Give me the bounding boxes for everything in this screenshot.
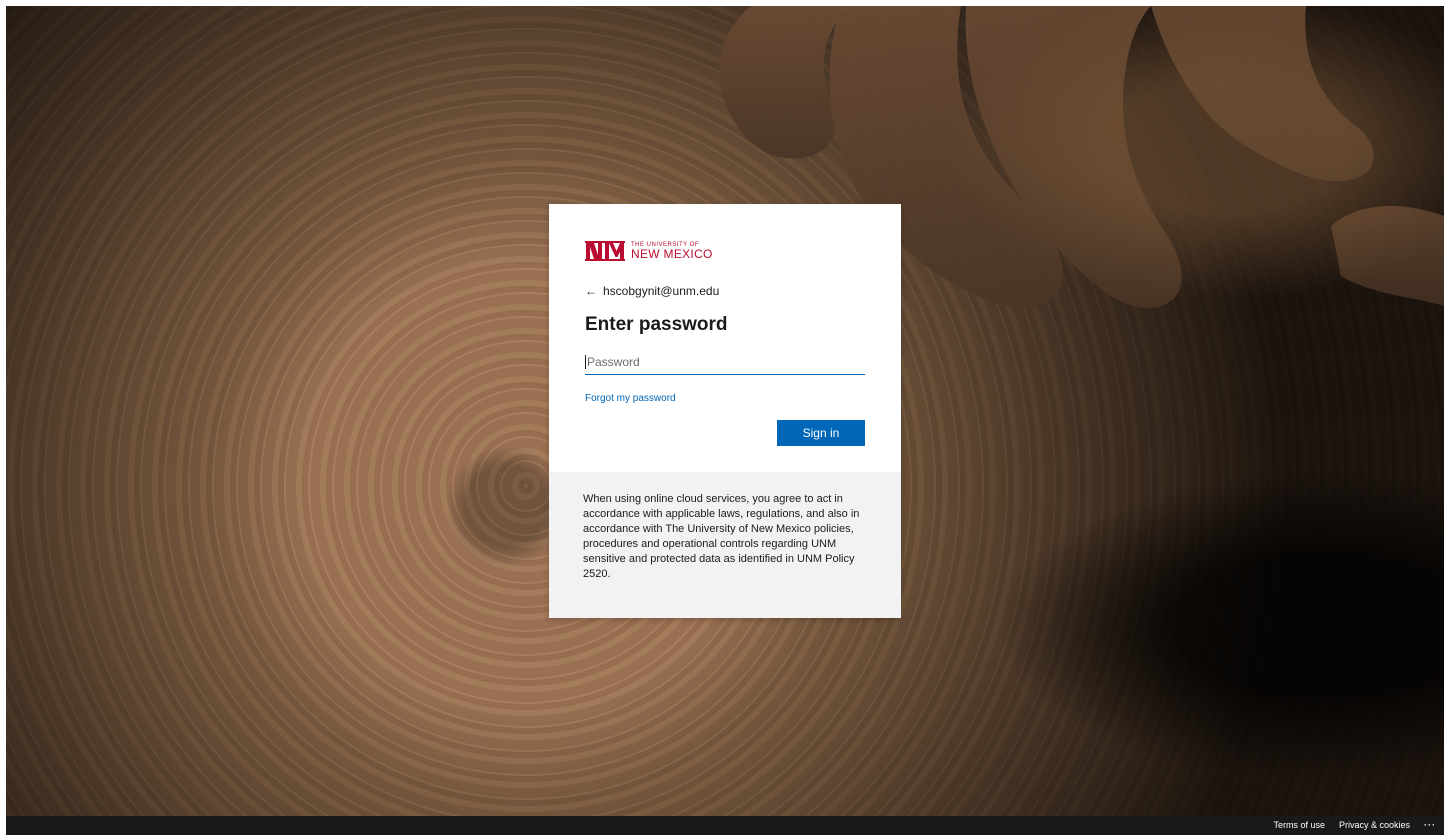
forgot-password-row: Forgot my password (585, 393, 865, 404)
unm-wordmark-big: NEW MEXICO (631, 247, 713, 261)
unm-logo: THE UNIVERSITY OF NEW MEXICO (585, 238, 865, 264)
policy-notice-text: When using online cloud services, you ag… (583, 493, 860, 580)
footer-links: Terms of use Privacy & cookies ··· (1273, 820, 1436, 830)
policy-notice: When using online cloud services, you ag… (549, 472, 901, 618)
unm-wordmark: THE UNIVERSITY OF NEW MEXICO (631, 242, 713, 260)
actions-row: Sign in (585, 420, 865, 446)
arrow-left-icon[interactable]: ← (585, 284, 597, 298)
forgot-password-link[interactable]: Forgot my password (585, 393, 676, 404)
text-caret (585, 355, 586, 369)
sign-in-button[interactable]: Sign in (777, 420, 865, 446)
sign-in-form: THE UNIVERSITY OF NEW MEXICO ← hscobgyni… (549, 204, 901, 446)
identity-email: hscobgynit@unm.edu (603, 284, 720, 298)
terms-of-use-link[interactable]: Terms of use (1273, 820, 1325, 830)
password-input[interactable] (585, 350, 867, 374)
sign-in-card: THE UNIVERSITY OF NEW MEXICO ← hscobgyni… (549, 204, 901, 618)
more-options-icon[interactable]: ··· (1424, 820, 1436, 830)
page-title: Enter password (585, 314, 728, 335)
identity-row: ← hscobgynit@unm.edu (585, 284, 865, 298)
privacy-cookies-link[interactable]: Privacy & cookies (1339, 820, 1410, 830)
page-footer: Terms of use Privacy & cookies ··· (6, 816, 1444, 835)
password-field-wrapper (585, 350, 867, 375)
unm-logo-mark (585, 241, 625, 261)
